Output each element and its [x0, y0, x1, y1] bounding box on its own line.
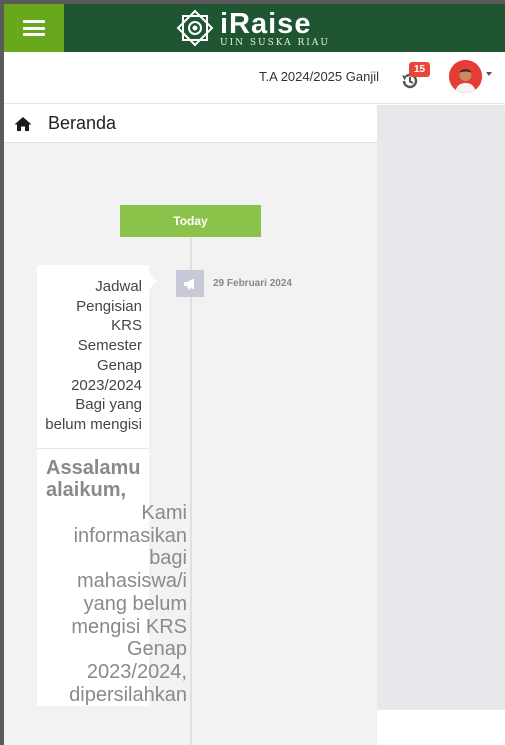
secondary-navbar: T.A 2024/2025 Ganjil 15: [4, 52, 505, 104]
user-menu-caret[interactable]: [486, 72, 492, 76]
timeline-line: [190, 235, 192, 745]
app-window: iRaise UIN SUSKA RIAU T.A 2024/2025 Ganj…: [4, 4, 505, 745]
user-photo-icon: [449, 60, 482, 93]
menu-toggle-button[interactable]: [4, 4, 64, 52]
breadcrumb-current[interactable]: Beranda: [48, 113, 116, 134]
timeline-item-marker: [176, 270, 204, 297]
megaphone-icon: [184, 278, 194, 289]
timeline-item-date: 29 Februari 2024: [213, 278, 292, 289]
notification-button[interactable]: 15: [401, 62, 431, 92]
notification-count-badge: 15: [409, 62, 431, 77]
today-label: Today: [120, 205, 261, 237]
breadcrumb: Beranda: [4, 105, 377, 143]
announcement-text: Kami informasikan bagi mahasiswa/i yang …: [69, 502, 187, 706]
card-pointer: [149, 273, 157, 289]
announcement-card[interactable]: Jadwal Pengisian KRS Semester Genap 2023…: [37, 265, 187, 707]
top-header: iRaise UIN SUSKA RIAU: [4, 4, 505, 52]
emblem-icon: [176, 9, 214, 47]
footer-strip: [377, 710, 505, 745]
right-panel: [377, 105, 505, 710]
brand-subtitle: UIN SUSKA RIAU: [220, 37, 330, 48]
announcement-title[interactable]: Jadwal Pengisian KRS Semester Genap 2023…: [37, 265, 149, 449]
brand-logo[interactable]: iRaise UIN SUSKA RIAU: [174, 6, 330, 50]
user-avatar[interactable]: [449, 60, 482, 93]
home-icon[interactable]: [14, 116, 32, 132]
announcement-body: Assalamu alaikum, Kami informasikan bagi…: [37, 449, 187, 707]
hamburger-icon: [23, 20, 45, 36]
academic-term-label[interactable]: T.A 2024/2025 Ganjil: [259, 69, 379, 84]
timeline-area: Today 29 Februari 2024 Jadwal Pengisian …: [4, 143, 377, 745]
brand-title: iRaise: [220, 7, 312, 40]
announcement-greeting: Assalamu alaikum,: [46, 456, 141, 502]
